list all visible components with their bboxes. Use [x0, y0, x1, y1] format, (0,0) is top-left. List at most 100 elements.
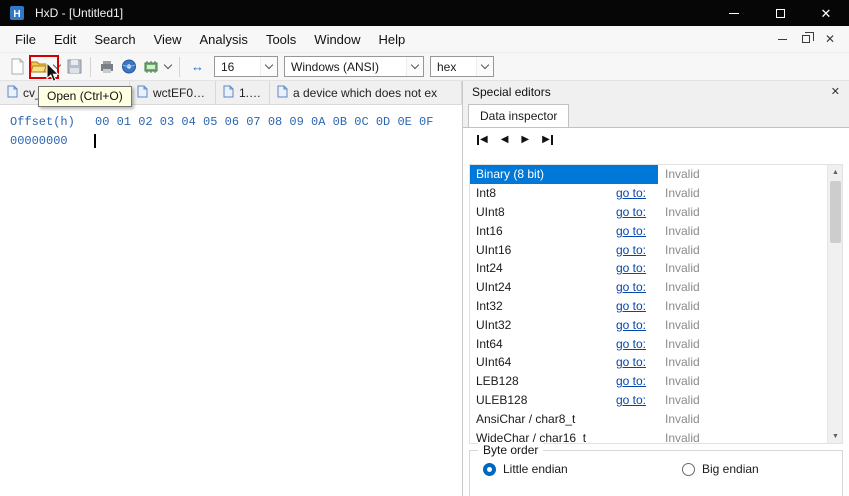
goto-link[interactable]: go to: [616, 280, 646, 294]
big-endian-radio[interactable]: Big endian [682, 462, 759, 476]
offset-base-select[interactable]: hex [430, 56, 494, 77]
tab-label: 1.jpg [239, 86, 262, 100]
chevron-down-icon [481, 61, 489, 69]
tab-data-inspector[interactable]: Data inspector [468, 104, 569, 128]
document-icon [223, 85, 234, 101]
open-disk-button[interactable] [118, 55, 140, 79]
menu-view[interactable]: View [145, 28, 191, 51]
document-tab[interactable]: wctEF08.tmp [130, 81, 216, 104]
menu-search[interactable]: Search [85, 28, 144, 51]
last-record-button[interactable]: ▶ [542, 135, 553, 145]
memory-chip-icon [143, 60, 159, 74]
inspector-row[interactable]: AnsiChar / char8_t Invalid [470, 409, 827, 428]
type-label: ULEB128 [476, 393, 527, 407]
goto-link[interactable]: go to: [616, 224, 646, 238]
value-cell: Invalid [658, 261, 827, 275]
maximize-button[interactable] [757, 0, 803, 26]
goto-link[interactable]: go to: [616, 186, 646, 200]
inspector-table: Binary (8 bit) Invalid Int8 go to: Inval… [469, 164, 843, 444]
encoding-select[interactable]: Windows (ANSI) [284, 56, 424, 77]
hex-row[interactable]: 00000000 [10, 134, 462, 148]
inspector-row[interactable]: UInt32 go to: Invalid [470, 315, 827, 334]
chevron-down-icon [265, 61, 273, 69]
type-label: Int24 [476, 261, 503, 275]
document-icon [7, 85, 18, 101]
inspector-row[interactable]: UInt64 go to: Invalid [470, 353, 827, 372]
save-button[interactable] [63, 55, 85, 79]
goto-link[interactable]: go to: [616, 393, 646, 407]
bytes-per-row-value: 16 [215, 60, 260, 74]
menu-help[interactable]: Help [370, 28, 415, 51]
radio-unselected-icon [682, 463, 695, 476]
inspector-scrollbar[interactable]: ▲ ▼ [827, 165, 842, 443]
svg-text:H: H [13, 9, 20, 20]
print-button[interactable] [96, 55, 118, 79]
menu-file[interactable]: File [6, 28, 45, 51]
new-file-button[interactable] [6, 55, 28, 79]
previous-record-button[interactable]: ◀ [501, 135, 509, 145]
inspector-row[interactable]: LEB128 go to: Invalid [470, 372, 827, 391]
inspector-row[interactable]: Binary (8 bit) Invalid [470, 165, 827, 184]
menu-window[interactable]: Window [305, 28, 369, 51]
minimize-button[interactable] [711, 0, 757, 26]
little-endian-radio[interactable]: Little endian [483, 462, 568, 476]
special-editors-header: Special editors ✕ [463, 81, 849, 102]
inspector-row[interactable]: ULEB128 go to: Invalid [470, 391, 827, 410]
special-editors-title: Special editors [472, 85, 551, 99]
text-caret [94, 134, 96, 148]
combo-arrow[interactable] [260, 57, 277, 76]
combo-arrow[interactable] [406, 57, 423, 76]
goto-link[interactable]: go to: [616, 337, 646, 351]
big-endian-label: Big endian [702, 462, 759, 476]
goto-link[interactable]: go to: [616, 261, 646, 275]
close-icon: ✕ [821, 7, 832, 20]
combo-arrow[interactable] [476, 57, 493, 76]
open-memory-dropdown-arrow[interactable] [162, 55, 174, 79]
scrollbar-thumb[interactable] [830, 181, 841, 243]
mdi-restore-button[interactable] [802, 35, 810, 43]
toolbar: ↔ 16 Windows (ANSI) hex [0, 53, 849, 81]
next-record-button[interactable]: ▶ [521, 135, 529, 145]
menu-analysis[interactable]: Analysis [191, 28, 257, 51]
goto-link[interactable]: go to: [616, 205, 646, 219]
inspector-row[interactable]: UInt8 go to: Invalid [470, 203, 827, 222]
inspector-row[interactable]: Int64 go to: Invalid [470, 334, 827, 353]
type-label: Int16 [476, 224, 503, 238]
encoding-value: Windows (ANSI) [285, 60, 406, 74]
inspector-row[interactable]: Int8 go to: Invalid [470, 184, 827, 203]
bytes-per-row-select[interactable]: 16 [214, 56, 278, 77]
mdi-close-button[interactable]: ✕ [825, 32, 835, 46]
goto-link[interactable]: go to: [616, 355, 646, 369]
document-tab[interactable]: 1.jpg [216, 81, 270, 104]
inspector-row[interactable]: UInt24 go to: Invalid [470, 278, 827, 297]
inspector-row[interactable]: Int32 go to: Invalid [470, 297, 827, 316]
inspector-row[interactable]: WideChar / char16_t Invalid [470, 428, 827, 443]
inspector-row[interactable]: UInt16 go to: Invalid [470, 240, 827, 259]
value-cell: Invalid [658, 374, 827, 388]
type-label: LEB128 [476, 374, 519, 388]
goto-link[interactable]: go to: [616, 299, 646, 313]
value-cell: Invalid [658, 186, 827, 200]
type-label: WideChar / char16_t [476, 431, 586, 443]
menu-bar: File Edit Search View Analysis Tools Win… [0, 26, 849, 53]
panel-close-icon[interactable]: ✕ [831, 85, 840, 98]
hex-editor[interactable]: Offset(h)00 01 02 03 04 05 06 07 08 09 0… [0, 105, 462, 496]
scroll-up-icon[interactable]: ▲ [828, 165, 843, 179]
inspector-row[interactable]: Int16 go to: Invalid [470, 221, 827, 240]
goto-link[interactable]: go to: [616, 374, 646, 388]
mdi-minimize-button[interactable] [778, 39, 787, 40]
close-button[interactable]: ✕ [803, 0, 849, 26]
menu-edit[interactable]: Edit [45, 28, 85, 51]
goto-link[interactable]: go to: [616, 318, 646, 332]
menu-tools[interactable]: Tools [257, 28, 305, 51]
goto-link[interactable]: go to: [616, 243, 646, 257]
open-memory-button[interactable] [140, 55, 162, 79]
hxd-application-window: H HxD - [Untitled1] ✕ File Edit Search V… [0, 0, 849, 496]
value-cell: Invalid [658, 355, 827, 369]
inspector-row[interactable]: Int24 go to: Invalid [470, 259, 827, 278]
document-tab[interactable]: a device which does not ex [270, 81, 462, 104]
offset-base-value: hex [431, 60, 476, 74]
type-label: UInt16 [476, 243, 511, 257]
scroll-down-icon[interactable]: ▼ [828, 429, 843, 443]
first-record-button[interactable]: ◀ [477, 135, 488, 145]
